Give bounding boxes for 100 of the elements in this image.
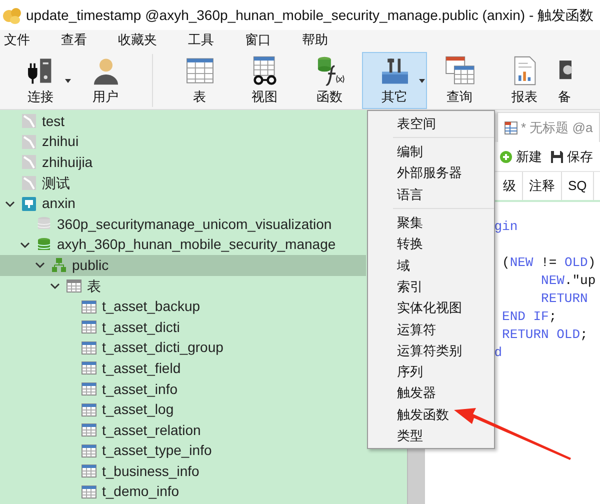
tree-label: t_asset_dicti — [102, 318, 180, 337]
tree-item[interactable]: 表 — [0, 276, 366, 296]
menu-item[interactable]: 表空间 — [393, 113, 494, 134]
code-line: gin — [494, 219, 518, 234]
tree-label: t_asset_backup — [102, 297, 200, 316]
schema-icon — [51, 257, 67, 274]
tree-label: t_asset_info — [102, 380, 178, 399]
tree-label: t_demo_info — [102, 482, 180, 502]
menu-item[interactable]: 转换 — [393, 233, 494, 255]
menu-item[interactable]: 运算符 — [393, 318, 494, 340]
code-line: d — [494, 345, 502, 360]
menu-item[interactable]: 索引 — [393, 276, 494, 298]
column-tab[interactable]: 级 — [497, 172, 523, 200]
table-icon — [81, 319, 97, 336]
elephant-icon — [21, 196, 37, 212]
tree-item[interactable]: t_asset_field — [0, 358, 366, 379]
tree-item[interactable]: t_asset_dicti — [0, 316, 366, 338]
tree-item[interactable]: t_asset_type_info — [0, 440, 366, 462]
code-line: (NEW != OLD) — [502, 255, 596, 270]
table-icon — [81, 360, 97, 376]
menu-item[interactable]: 聚集 — [393, 212, 494, 234]
code-line: END IF; — [502, 309, 557, 324]
menu-item[interactable]: 触发函数 — [393, 404, 494, 426]
table-icon — [504, 120, 518, 134]
tree-label: t_asset_type_info — [102, 441, 212, 460]
tree-item[interactable]: t_demo_info — [0, 482, 366, 502]
tree-item[interactable]: 360p_securitymanage_unicom_visualization — [0, 214, 366, 235]
add-icon — [499, 150, 513, 164]
menu-item[interactable]: 查看 — [57, 30, 91, 50]
menu-item[interactable]: 类型 — [393, 425, 494, 446]
menu-item[interactable]: 文件 — [0, 30, 34, 50]
tree-label: anxin — [42, 194, 76, 214]
tree-label: 360p_securitymanage_unicom_visualization — [57, 214, 332, 234]
tree-item[interactable]: t_business_info — [0, 461, 366, 482]
connection-icon — [21, 175, 37, 192]
tree-item[interactable]: axyh_360p_hunan_mobile_security_manage — [0, 234, 366, 256]
menu-item[interactable]: 运算符类别 — [393, 340, 494, 362]
tree-item[interactable]: t_asset_dicti_group — [0, 338, 366, 358]
menu-item[interactable]: 编制 — [393, 141, 494, 163]
tree-label: zhihui — [42, 132, 79, 152]
app-logo-icon — [2, 5, 22, 25]
table-icon — [81, 463, 97, 480]
menu-item[interactable]: 收藏夹 — [114, 30, 161, 50]
tree-label: public — [72, 256, 109, 275]
menu-item[interactable]: 外部服务器 — [393, 162, 494, 184]
tree-item[interactable]: t_asset_info — [0, 378, 366, 400]
code-line: RETURN OLD; — [502, 327, 588, 342]
toolbar-button[interactable]: 报表 — [492, 52, 557, 109]
toolbar-button[interactable]: 连接 — [8, 52, 73, 109]
tree-label: t_asset_dicti_group — [102, 338, 224, 358]
tree-item[interactable]: zhihuijia — [0, 152, 366, 173]
menu-item[interactable]: 触发器 — [393, 382, 494, 404]
tree-item[interactable]: zhihui — [0, 132, 366, 152]
window-title: update_timestamp @axyh_360p_hunan_mobile_security_manage.public (anxin) - 触发函数 — [26, 6, 594, 25]
menu-item[interactable]: 实体化视图 — [393, 297, 494, 319]
tree-label: axyh_360p_hunan_mobile_security_manage — [57, 235, 336, 254]
tree-item[interactable]: t_asset_backup — [0, 296, 366, 317]
tree-label: 测试 — [42, 174, 70, 193]
menu-item[interactable]: 帮助 — [298, 30, 332, 50]
toolbar-button[interactable]: 备 — [557, 52, 577, 109]
tree-label: t_business_info — [102, 462, 200, 481]
table-icon — [81, 484, 97, 500]
tree-item[interactable]: 测试 — [0, 172, 366, 194]
tree-label: 表 — [87, 276, 101, 296]
tree-item[interactable]: test — [0, 111, 366, 132]
toolbar-button[interactable]: 表 — [167, 52, 232, 109]
menu-item[interactable]: 域 — [393, 254, 494, 276]
table-icon — [81, 402, 97, 418]
toolbar-button[interactable]: 查询 — [427, 52, 492, 109]
save-button[interactable]: 保存 — [550, 146, 593, 166]
table-icon — [81, 381, 97, 398]
menu-item[interactable]: 工具 — [184, 30, 218, 50]
editor-tab[interactable]: * 无标题 @a — [497, 112, 600, 142]
tree-label: t_asset_log — [102, 400, 174, 420]
connection-icon — [21, 154, 37, 170]
toolbar-button[interactable]: 视图 — [232, 52, 297, 109]
connection-icon — [21, 134, 37, 150]
column-tab[interactable]: 注释 — [523, 172, 562, 200]
tree-item[interactable]: public — [0, 255, 366, 276]
tree-item[interactable]: anxin — [0, 193, 366, 214]
toolbar-button[interactable]: 函数 — [297, 52, 362, 109]
code-line: NEW."up — [541, 273, 596, 288]
table-icon — [81, 422, 97, 438]
menu-item[interactable]: 序列 — [393, 361, 494, 383]
table-icon — [66, 278, 82, 294]
table-icon — [81, 442, 97, 459]
connection-icon — [21, 113, 37, 130]
tree-label: test — [42, 112, 65, 131]
tree-label: zhihuijia — [42, 152, 93, 172]
menu-item[interactable]: 窗口 — [241, 30, 275, 50]
tree-item[interactable]: t_asset_relation — [0, 420, 366, 440]
new-button[interactable]: 新建 — [499, 146, 542, 166]
tree-label: t_asset_relation — [102, 420, 201, 440]
code-line: RETURN — [541, 291, 588, 306]
column-tab[interactable]: SQ — [562, 172, 594, 200]
menu-item[interactable]: 语言 — [393, 184, 494, 206]
tree-label: t_asset_field — [102, 358, 181, 378]
toolbar-button[interactable]: 其它 — [362, 52, 427, 109]
tree-item[interactable]: t_asset_log — [0, 399, 366, 420]
toolbar-button[interactable]: 用户 — [73, 52, 138, 109]
